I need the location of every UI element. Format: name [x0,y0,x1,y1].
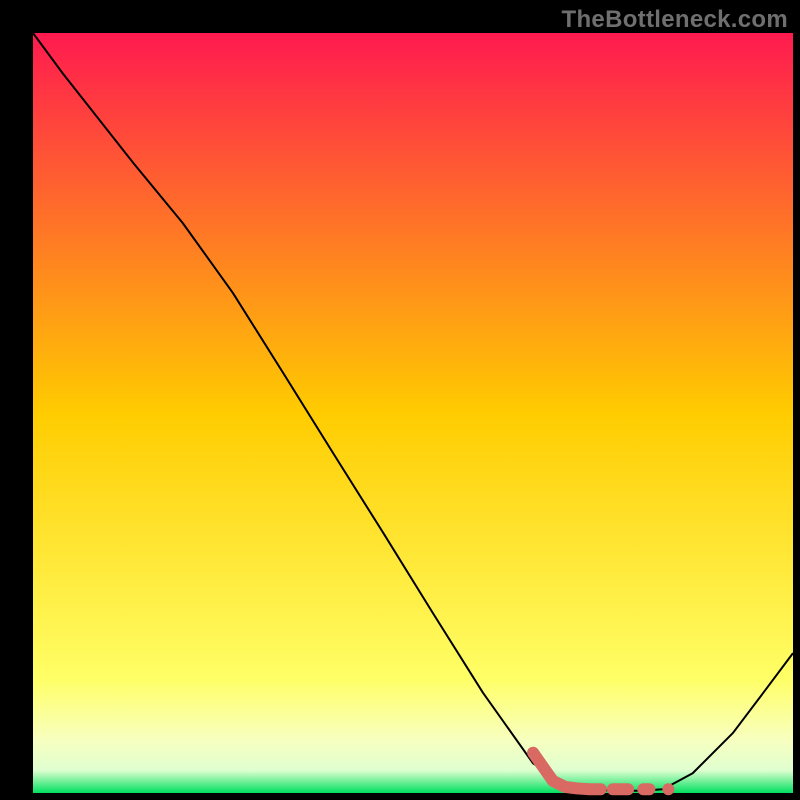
chart-svg [0,0,800,800]
chart-gradient-bg [33,33,793,793]
chart-container: TheBottleneck.com [0,0,800,800]
annotation-optimal-dot [662,783,674,795]
watermark-text: TheBottleneck.com [562,6,788,34]
